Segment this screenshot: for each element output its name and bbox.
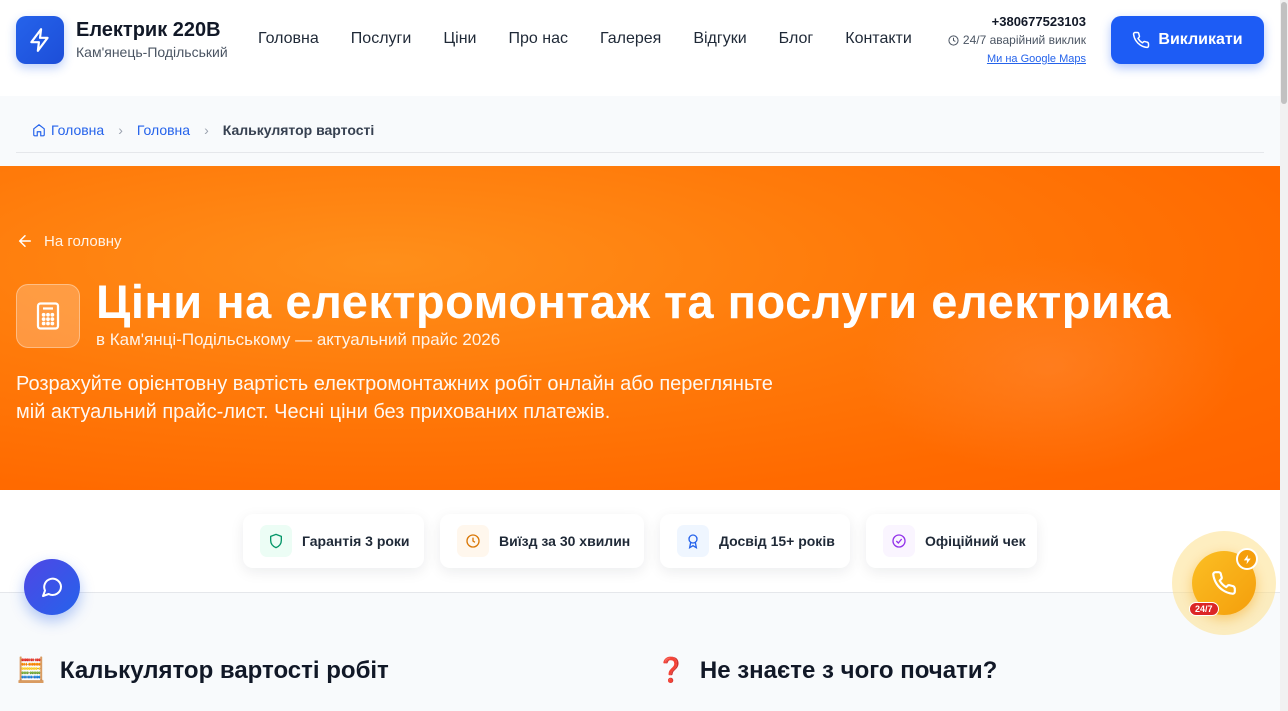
abacus-icon: 🧮: [16, 657, 46, 684]
nav-item-services[interactable]: Послуги: [335, 28, 428, 50]
call-button-label: Викликати: [1158, 31, 1243, 48]
phone-number[interactable]: +380677523103: [992, 14, 1086, 29]
phone-icon: [1212, 571, 1236, 595]
breadcrumb-home-label: Головна: [51, 122, 105, 138]
breadcrumb-home[interactable]: Головна: [32, 122, 104, 138]
page-subtitle: в Кам'янці-Подільському — актуальний пра…: [96, 330, 501, 349]
hero-section: На головну Ціни на електромонтаж та посл…: [0, 166, 1280, 490]
nav-item-contacts[interactable]: Контакти: [829, 28, 928, 50]
clock-icon: [457, 525, 489, 557]
brand-title[interactable]: Електрик 220В: [76, 19, 221, 42]
main-nav: Головна Послуги Ціни Про нас Галерея Від…: [242, 28, 928, 50]
logo[interactable]: [16, 16, 64, 64]
call-button[interactable]: Викликати: [1111, 16, 1264, 64]
chevron-right-icon: ›: [204, 122, 209, 138]
nav-item-gallery[interactable]: Галерея: [584, 28, 677, 50]
lightning-icon: [30, 28, 49, 52]
nav-item-prices[interactable]: Ціни: [427, 28, 492, 50]
scrollbar[interactable]: [1280, 0, 1288, 711]
back-link-label: На головну: [44, 232, 122, 250]
feature-label: Виїзд за 30 хвилин: [499, 533, 631, 549]
calculator-icon: [36, 302, 60, 330]
feature-label: Гарантія 3 роки: [302, 533, 410, 549]
phone-icon: [1133, 31, 1150, 49]
question-icon: ❓: [656, 657, 686, 684]
feature-receipt: Офіційний чек: [866, 514, 1037, 568]
nav-item-reviews[interactable]: Відгуки: [677, 28, 762, 50]
feature-arrival: Виїзд за 30 хвилин: [440, 514, 644, 568]
back-to-home-link[interactable]: На головну: [16, 232, 122, 250]
feature-guarantee: Гарантія 3 роки: [243, 514, 424, 568]
calculator-section-title: 🧮 Калькулятор вартості робіт: [16, 656, 389, 685]
nav-item-blog[interactable]: Блог: [763, 28, 830, 50]
breadcrumb: Головна › Головна › Калькулятор вартості: [16, 108, 1264, 153]
breadcrumb-current: Калькулятор вартості: [222, 122, 375, 138]
help-section-title: ❓ Не знаєте з чого почати?: [656, 656, 997, 685]
calculator-title: Калькулятор вартості робіт: [59, 656, 389, 684]
chat-button[interactable]: [24, 559, 80, 615]
chevron-right-icon: ›: [118, 122, 123, 138]
help-title: Не знаєте з чого почати?: [699, 656, 998, 684]
clock-icon: [948, 34, 959, 46]
google-maps-link[interactable]: Ми на Google Maps: [987, 53, 1086, 65]
nav-item-home[interactable]: Головна: [242, 28, 335, 50]
emergency-label: 24/7 аварійний виклик: [962, 33, 1086, 47]
emergency-info: 24/7 аварійний виклик: [948, 33, 1086, 47]
home-icon: [33, 124, 45, 137]
hero-description: Розрахуйте орієнтовну вартість електромо…: [16, 373, 773, 423]
chat-bubble-icon: [42, 577, 63, 597]
arrow-left-icon: [18, 235, 31, 247]
check-circle-icon: [883, 525, 915, 557]
feature-label: Досвід 15+ років: [719, 533, 835, 549]
award-icon: [677, 525, 709, 557]
calculator-badge: [16, 284, 80, 348]
site-header: Електрик 220В Кам'янець-Подільський Голо…: [0, 0, 1280, 96]
shield-icon: [260, 525, 292, 557]
brand-subtitle: Кам'янець-Подільський: [76, 44, 228, 60]
nav-item-about[interactable]: Про нас: [492, 28, 583, 50]
feature-label: Офіційний чек: [925, 533, 1026, 549]
features-bar: Гарантія 3 роки Виїзд за 30 хвилин Досві…: [0, 490, 1280, 593]
scrollbar-thumb[interactable]: [1281, 2, 1287, 104]
feature-experience: Досвід 15+ років: [660, 514, 850, 568]
page-title: Ціни на електромонтаж та послуги електри…: [96, 275, 1172, 328]
lightning-icon: [1236, 548, 1258, 570]
availability-badge: 24/7: [1189, 602, 1219, 616]
breadcrumb-item[interactable]: Головна: [137, 122, 190, 138]
